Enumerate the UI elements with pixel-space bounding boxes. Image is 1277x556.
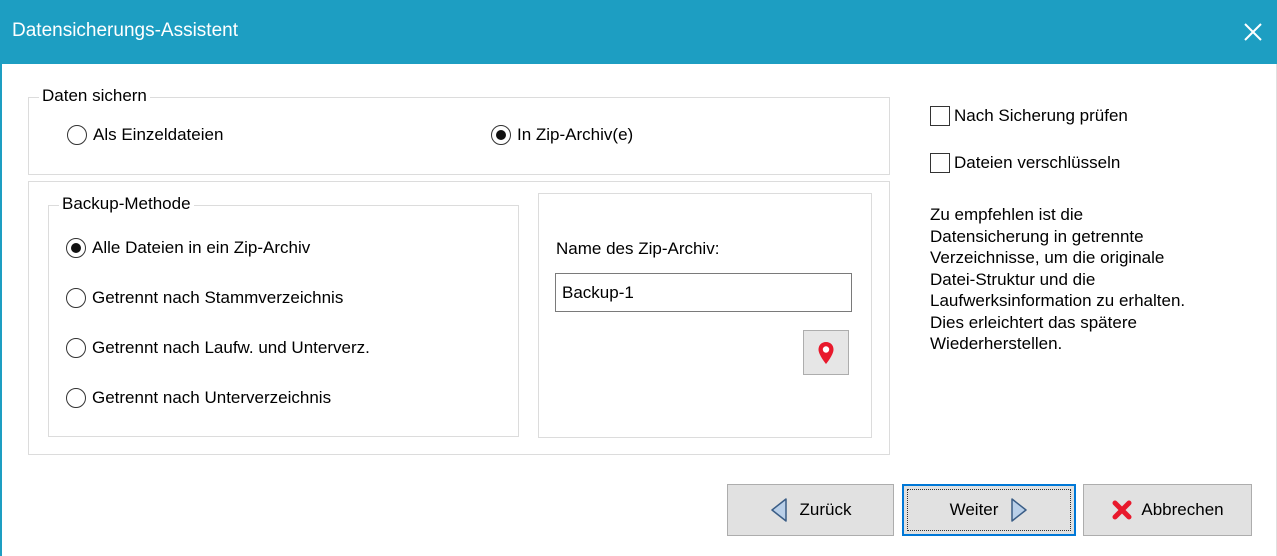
backup-methode-group: Backup-Methode Alle Dateien in ein Zip-A…: [48, 194, 519, 437]
checkbox-box: [930, 153, 950, 173]
radio-label: Als Einzeldateien: [93, 125, 224, 144]
location-pin-icon: [818, 341, 834, 364]
radio-label: Getrennt nach Laufw. und Unterverz.: [92, 338, 370, 357]
backup-wizard-window: Datensicherungs-Assistent Daten sichern …: [0, 0, 1277, 556]
dialog-body: Daten sichern Als Einzeldateien In Zip-A…: [0, 64, 1277, 556]
close-icon: [1244, 23, 1262, 41]
radio-circle: [66, 238, 86, 258]
radio-circle: [66, 338, 86, 358]
cancel-button[interactable]: Abbrechen: [1083, 484, 1252, 536]
radio-in-zip-archiv[interactable]: In Zip-Archiv(e): [491, 125, 633, 145]
next-button[interactable]: Weiter: [902, 484, 1076, 536]
cancel-x-icon: [1112, 500, 1132, 520]
recommendation-text: Zu empfehlen ist die Datensicherung in g…: [930, 204, 1270, 355]
back-button-label: Zurück: [799, 500, 852, 519]
radio-alle-dateien[interactable]: Alle Dateien in ein Zip-Archiv: [66, 238, 310, 258]
radio-label: Getrennt nach Unterverzeichnis: [92, 388, 332, 407]
info-line: Dies erleichtert das spätere: [930, 312, 1137, 332]
radio-circle: [66, 288, 86, 308]
arrow-left-icon: [770, 498, 787, 522]
radio-circle: [67, 125, 87, 145]
daten-sichern-group: Daten sichern Als Einzeldateien In Zip-A…: [28, 86, 890, 175]
radio-label: In Zip-Archiv(e): [517, 125, 634, 144]
close-button[interactable]: [1229, 0, 1277, 64]
radio-circle: [491, 125, 511, 145]
arrow-right-icon: [1011, 498, 1028, 522]
radio-circle: [66, 388, 86, 408]
next-button-label: Weiter: [949, 500, 999, 519]
zip-name-label: Name des Zip-Archiv:: [556, 239, 720, 258]
radio-label: Getrennt nach Stammverzeichnis: [92, 288, 344, 307]
info-line: Laufwerksinformation zu erhalten.: [930, 291, 1186, 310]
radio-getrennt-unterverzeichnis[interactable]: Getrennt nach Unterverzeichnis: [66, 388, 331, 408]
checkbox-label: Dateien verschlüsseln: [954, 153, 1121, 172]
cancel-button-label: Abbrechen: [1141, 500, 1224, 519]
radio-als-einzeldateien[interactable]: Als Einzeldateien: [67, 125, 223, 145]
zip-name-input[interactable]: [555, 273, 852, 312]
radio-getrennt-laufwerk[interactable]: Getrennt nach Laufw. und Unterverz.: [66, 338, 370, 358]
info-line: Datei-Struktur und die: [930, 269, 1096, 289]
backup-methode-legend: Backup-Methode: [59, 194, 194, 214]
back-button[interactable]: Zurück: [727, 484, 894, 536]
window-title: Datensicherungs-Assistent: [12, 20, 238, 41]
zip-name-group: Name des Zip-Archiv:: [538, 193, 872, 438]
choose-location-button[interactable]: [803, 330, 849, 375]
info-line: Verzeichnisse, um die originale: [930, 248, 1165, 267]
radio-label: Alle Dateien in ein Zip-Archiv: [92, 238, 311, 257]
verify-after-backup-checkbox[interactable]: Nach Sicherung prüfen: [930, 106, 1128, 126]
daten-sichern-legend: Daten sichern: [39, 86, 150, 106]
radio-getrennt-stammverzeichnis[interactable]: Getrennt nach Stammverzeichnis: [66, 288, 343, 308]
info-line: Zu empfehlen ist die: [930, 205, 1084, 224]
encrypt-files-checkbox[interactable]: Dateien verschlüsseln: [930, 153, 1120, 173]
info-line: Wiederherstellen.: [930, 334, 1063, 353]
checkbox-box: [930, 106, 950, 126]
title-bar: Datensicherungs-Assistent: [0, 0, 1277, 64]
checkbox-label: Nach Sicherung prüfen: [954, 106, 1128, 125]
info-line: Datensicherung in getrennte: [930, 226, 1144, 246]
backup-panel: Backup-Methode Alle Dateien in ein Zip-A…: [28, 181, 890, 455]
